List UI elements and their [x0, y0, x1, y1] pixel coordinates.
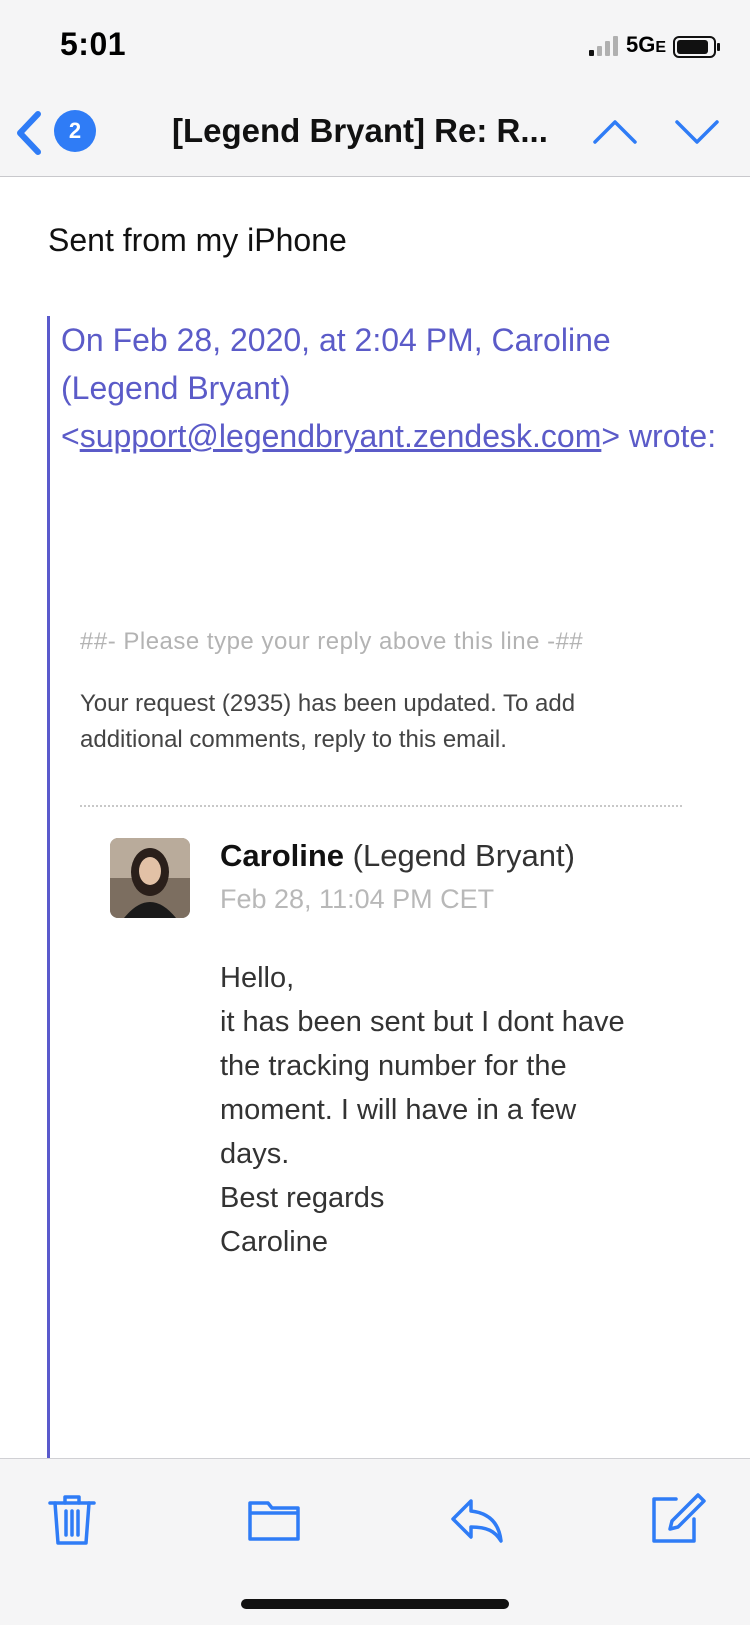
chevron-up-icon[interactable] [592, 112, 638, 152]
message-line: Hello, [220, 962, 295, 994]
request-update-text: Your request (2935) has been updated. To… [80, 690, 576, 753]
page-title: [Legend Bryant] Re: R... [172, 112, 548, 149]
avatar [110, 838, 190, 918]
status-bar: 5:01 5GE [0, 0, 750, 90]
message-line: the tracking number for the [220, 1050, 567, 1082]
message-line: Caroline [220, 1226, 328, 1258]
message-line: days. [220, 1138, 290, 1170]
folder-icon[interactable] [244, 1489, 304, 1549]
reply-icon[interactable] [447, 1489, 507, 1549]
message-line: moment. I will have in a few [220, 1094, 577, 1126]
chevron-left-icon [17, 111, 41, 155]
author-name: Caroline (Legend Bryant) [220, 838, 575, 873]
compose-icon[interactable] [646, 1489, 706, 1549]
divider [80, 805, 682, 807]
chevron-down-icon[interactable] [674, 112, 720, 152]
quote-header: On Feb 28, 2020, at 2:04 PM, Caroline (L… [61, 322, 717, 454]
status-time: 5:01 [60, 26, 127, 62]
email-signature: Sent from my iPhone [48, 222, 347, 258]
support-email-link[interactable]: support@legendbryant.zendesk.com [80, 418, 602, 454]
message-body: Hello, it has been sent but I dont have … [220, 956, 690, 1264]
message-line: it has been sent but I dont have [220, 1006, 625, 1038]
unread-count-badge: 2 [54, 110, 96, 152]
signal-strength-icon [589, 36, 618, 56]
back-button[interactable]: 2 [14, 108, 104, 158]
trash-icon[interactable] [42, 1489, 102, 1549]
message-date: Feb 28, 11:04 PM CET [220, 884, 495, 914]
reply-above-line-text: ##- Please type your reply above this li… [80, 628, 584, 655]
network-indicator: 5GE [626, 32, 667, 57]
battery-icon [673, 36, 720, 58]
quote-bar [47, 316, 50, 1461]
message-line: Best regards [220, 1182, 385, 1214]
nav-bar: 2 [Legend Bryant] Re: R... [0, 90, 750, 177]
home-indicator [241, 1599, 509, 1609]
